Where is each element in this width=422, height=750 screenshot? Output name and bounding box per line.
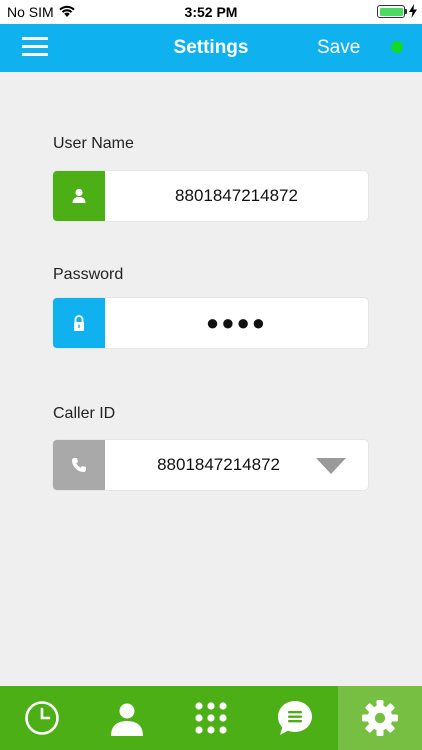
dropdown-triangle-icon[interactable] — [316, 458, 346, 474]
status-bar: No SIM 3:52 PM — [0, 0, 422, 24]
charging-bolt-icon — [409, 4, 417, 18]
battery-icon — [377, 5, 405, 18]
tab-messages[interactable] — [253, 686, 337, 750]
gear-icon — [361, 700, 398, 736]
tab-settings[interactable] — [337, 686, 422, 750]
dialpad-icon — [195, 702, 227, 734]
password-field: ●●●● — [53, 298, 368, 348]
save-button[interactable]: Save — [317, 37, 360, 59]
password-input[interactable]: ●●●● — [105, 298, 368, 348]
callerid-label: Caller ID — [53, 405, 116, 422]
username-field — [53, 171, 368, 221]
password-label: Password — [53, 266, 124, 283]
clock-time: 3:52 PM — [184, 4, 238, 20]
username-label: User Name — [53, 135, 134, 152]
tab-recents[interactable] — [0, 686, 84, 750]
callerid-value: 8801847214872 — [157, 455, 280, 474]
clock-icon — [25, 701, 60, 735]
app-header: Settings Save — [0, 24, 422, 72]
tab-dialpad[interactable] — [169, 686, 253, 750]
online-status-indicator — [391, 41, 403, 53]
chat-bubble-icon — [278, 701, 313, 735]
user-icon — [53, 171, 105, 221]
lock-icon — [53, 298, 105, 348]
bottom-tab-bar — [0, 686, 422, 750]
phone-icon — [53, 440, 105, 490]
contact-person-icon — [110, 703, 143, 736]
tab-contacts[interactable] — [84, 686, 168, 750]
callerid-dropdown[interactable]: 8801847214872 — [53, 440, 368, 490]
username-input[interactable] — [105, 171, 368, 221]
